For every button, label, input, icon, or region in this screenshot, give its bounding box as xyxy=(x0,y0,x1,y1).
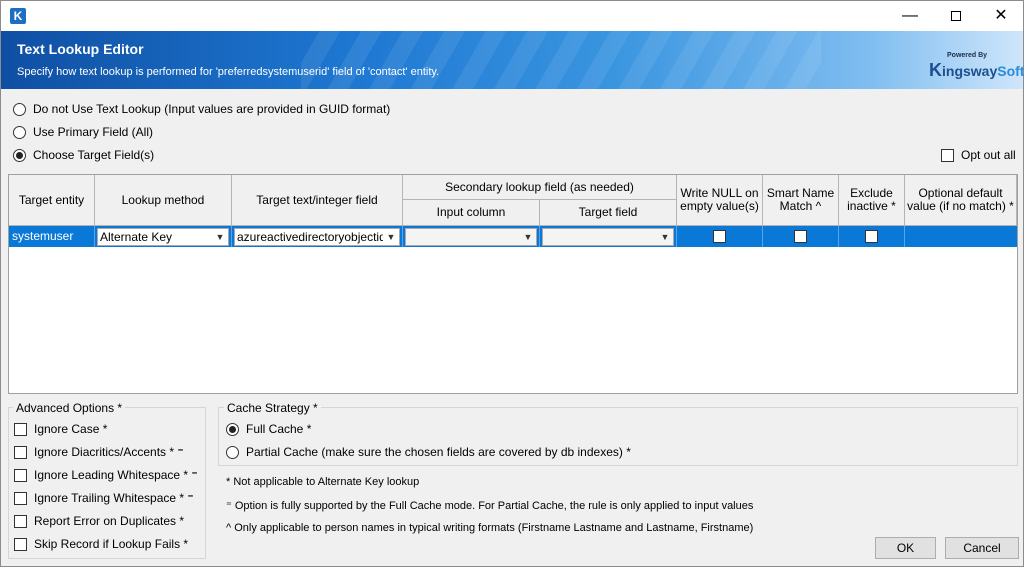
lookup-method-dropdown[interactable]: Alternate Key ▼ xyxy=(97,228,229,246)
minimize-button[interactable]: — xyxy=(887,1,933,31)
header-secondary-lookup: Secondary lookup field (as needed) xyxy=(403,175,677,200)
kingsway-app-icon: K xyxy=(10,8,26,24)
chevron-down-icon: ▼ xyxy=(657,229,673,245)
note-alternate-key: * Not applicable to Alternate Key lookup xyxy=(226,476,420,488)
note-full-cache: ⁼ Option is fully supported by the Full … xyxy=(226,500,754,512)
skip-record-label: Skip Record if Lookup Fails * xyxy=(34,537,189,551)
close-button[interactable]: ✕ xyxy=(978,1,1024,31)
radio-primary-field[interactable]: Use Primary Field (All) xyxy=(13,125,153,139)
header-banner: Text Lookup Editor Specify how text look… xyxy=(1,31,1023,89)
radio-choose-target-fields-indicator xyxy=(13,148,26,162)
skip-record-box xyxy=(14,537,27,551)
ignore-trailing-whitespace-label: Ignore Trailing Whitespace * ⁼ xyxy=(34,491,194,505)
header-target-text-field[interactable]: Target text/integer field xyxy=(232,175,403,226)
write-null-checkbox[interactable] xyxy=(713,230,726,243)
skip-record-checkbox[interactable]: Skip Record if Lookup Fails * xyxy=(14,537,188,551)
radio-partial-cache-indicator xyxy=(226,445,239,459)
cell-input-column[interactable]: ▼ xyxy=(403,226,540,247)
header-write-null[interactable]: Write NULL on empty value(s) xyxy=(677,175,763,226)
header-lookup-method[interactable]: Lookup method xyxy=(95,175,232,226)
radio-primary-field-label: Use Primary Field (All) xyxy=(33,125,154,139)
cell-target-field[interactable]: azureactivedirectoryobjectid (azureactiv… xyxy=(232,226,403,247)
logo-soft: Soft xyxy=(997,63,1024,79)
report-error-duplicates-checkbox[interactable]: Report Error on Duplicates * xyxy=(14,514,184,528)
logo-powered-by: Powered By xyxy=(947,52,988,59)
radio-primary-field-indicator xyxy=(13,125,26,139)
radio-partial-cache[interactable]: Partial Cache (make sure the chosen fiel… xyxy=(226,445,631,459)
ignore-case-checkbox[interactable]: Ignore Case * xyxy=(14,422,107,436)
ignore-trailing-whitespace-checkbox[interactable]: Ignore Trailing Whitespace * ⁼ xyxy=(14,491,194,505)
logo-wordmark: KingswaySoft xyxy=(929,60,1024,81)
cell-target-entity[interactable]: systemuser xyxy=(9,226,95,247)
cell-write-null[interactable] xyxy=(677,226,763,247)
radio-choose-target-fields[interactable]: Choose Target Field(s) xyxy=(13,148,154,162)
dialog-subtitle: Specify how text lookup is performed for… xyxy=(17,66,440,78)
header-smart-name-match[interactable]: Smart Name Match ^ xyxy=(763,175,839,226)
ignore-diacritics-label: Ignore Diacritics/Accents * ⁼ xyxy=(34,445,184,459)
dialog-title: Text Lookup Editor xyxy=(17,41,144,57)
header-input-column[interactable]: Input column xyxy=(403,200,540,226)
ignore-leading-whitespace-box xyxy=(14,468,27,482)
ok-button[interactable]: OK xyxy=(875,537,936,559)
report-error-duplicates-box xyxy=(14,514,27,528)
input-column-dropdown[interactable]: ▼ xyxy=(405,228,537,246)
lookup-fields-grid: Target entity Lookup method Target text/… xyxy=(8,174,1018,394)
note-person-names: ^ Only applicable to person names in typ… xyxy=(226,522,754,534)
cell-secondary-target-field[interactable]: ▼ xyxy=(540,226,677,247)
kingswaysoft-logo: Powered By KingswaySoft xyxy=(929,49,1024,83)
radio-full-cache-indicator xyxy=(226,422,239,436)
opt-out-all-checkbox[interactable]: Opt out all xyxy=(941,148,1016,162)
radio-full-cache-label: Full Cache * xyxy=(246,422,312,436)
cell-lookup-method[interactable]: Alternate Key ▼ xyxy=(95,226,232,247)
radio-no-text-lookup[interactable]: Do not Use Text Lookup (Input values are… xyxy=(13,102,390,116)
advanced-options-title: Advanced Options * xyxy=(13,401,126,415)
ignore-leading-whitespace-checkbox[interactable]: Ignore Leading Whitespace * ⁼ xyxy=(14,468,198,482)
radio-full-cache[interactable]: Full Cache * xyxy=(226,422,311,436)
secondary-target-field-dropdown[interactable]: ▼ xyxy=(542,228,674,246)
radio-choose-target-fields-label: Choose Target Field(s) xyxy=(33,148,155,162)
target-field-dropdown[interactable]: azureactivedirectoryobjectid (azureactiv… xyxy=(234,228,400,246)
lookup-method-value: Alternate Key xyxy=(100,230,173,244)
radio-no-text-lookup-indicator xyxy=(13,102,26,116)
chevron-down-icon: ▼ xyxy=(383,229,399,245)
logo-ingsway: ingsway xyxy=(942,63,998,79)
header-target-entity[interactable]: Target entity xyxy=(9,175,95,226)
target-field-value: azureactivedirectoryobjectid (azureactiv… xyxy=(237,230,399,244)
maximize-icon xyxy=(951,10,961,21)
header-secondary-target-field[interactable]: Target field xyxy=(540,200,677,226)
maximize-button[interactable] xyxy=(933,1,979,31)
title-bar: K — ✕ xyxy=(1,1,1023,31)
ignore-case-label: Ignore Case * xyxy=(34,422,108,436)
cell-exclude-inactive[interactable] xyxy=(839,226,905,247)
header-optional-default[interactable]: Optional default value (if no match) * xyxy=(905,175,1017,226)
smart-name-match-checkbox[interactable] xyxy=(794,230,807,243)
ignore-diacritics-checkbox[interactable]: Ignore Diacritics/Accents * ⁼ xyxy=(14,445,184,459)
opt-out-all-label: Opt out all xyxy=(961,148,1016,162)
logo-k: K xyxy=(929,60,942,80)
ignore-leading-whitespace-label: Ignore Leading Whitespace * ⁼ xyxy=(34,468,198,482)
cancel-button[interactable]: Cancel xyxy=(945,537,1019,559)
ignore-diacritics-box xyxy=(14,445,27,459)
table-row[interactable]: systemuser Alternate Key ▼ azureactivedi… xyxy=(9,226,1017,247)
text-lookup-editor-window: K — ✕ Text Lookup Editor Specify how tex… xyxy=(0,0,1024,567)
opt-out-all-box xyxy=(941,148,954,162)
cell-optional-default[interactable] xyxy=(905,226,1017,247)
radio-no-text-lookup-label: Do not Use Text Lookup (Input values are… xyxy=(33,102,391,116)
ignore-case-box xyxy=(14,422,27,436)
cache-strategy-title: Cache Strategy * xyxy=(224,401,321,415)
header-exclude-inactive[interactable]: Exclude inactive * xyxy=(839,175,905,226)
ignore-trailing-whitespace-box xyxy=(14,491,27,505)
radio-partial-cache-label: Partial Cache (make sure the chosen fiel… xyxy=(246,445,631,459)
cell-smart-name-match[interactable] xyxy=(763,226,839,247)
report-error-duplicates-label: Report Error on Duplicates * xyxy=(34,514,185,528)
exclude-inactive-checkbox[interactable] xyxy=(865,230,878,243)
chevron-down-icon: ▼ xyxy=(520,229,536,245)
chevron-down-icon: ▼ xyxy=(212,229,228,245)
